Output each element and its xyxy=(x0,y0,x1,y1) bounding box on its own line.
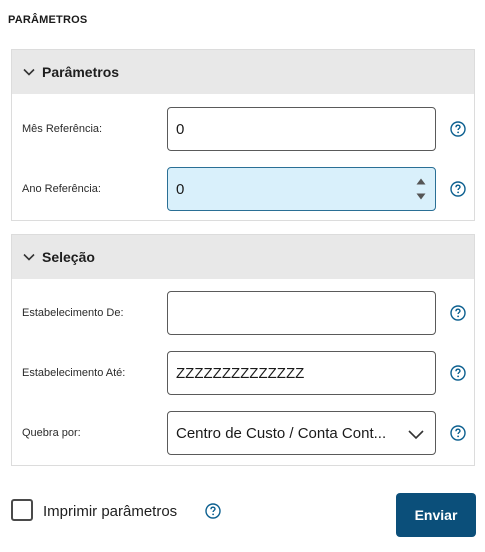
estabelecimento-ate-input[interactable]: ZZZZZZZZZZZZZZ xyxy=(167,351,436,395)
chevron-down-icon xyxy=(22,65,36,79)
spinner-down-icon[interactable] xyxy=(415,192,427,201)
ano-referencia-input[interactable]: 0 xyxy=(167,167,436,211)
chevron-down-icon[interactable] xyxy=(407,425,425,443)
estabelecimento-de-label: Estabelecimento De: xyxy=(22,307,124,319)
form-row-estab-de: Estabelecimento De: xyxy=(12,291,474,335)
form-row-estab-ate: Estabelecimento Até: ZZZZZZZZZZZZZZ xyxy=(12,351,474,395)
panel-selecao: Seleção Estabelecimento De: Estabelecime… xyxy=(11,234,475,466)
chevron-down-icon xyxy=(22,250,36,264)
imprimir-parametros-label[interactable]: Imprimir parâmetros xyxy=(43,503,177,520)
help-icon[interactable] xyxy=(450,305,466,321)
help-icon[interactable] xyxy=(205,503,221,519)
help-icon[interactable] xyxy=(450,425,466,441)
form-row-quebra: Quebra por: Centro de Custo / Conta Cont… xyxy=(12,411,474,455)
ano-referencia-value: 0 xyxy=(176,180,185,198)
form-row-ano: Ano Referência: 0 xyxy=(12,167,474,211)
form-row-mes: Mês Referência: 0 xyxy=(12,107,474,151)
panel-selecao-header[interactable]: Seleção xyxy=(12,235,474,279)
help-icon[interactable] xyxy=(450,365,466,381)
help-icon[interactable] xyxy=(450,121,466,137)
number-spinner[interactable] xyxy=(415,177,427,201)
estabelecimento-ate-value: ZZZZZZZZZZZZZZ xyxy=(176,364,305,382)
footer-bar: Imprimir parâmetros Enviar xyxy=(0,490,485,540)
estabelecimento-ate-label: Estabelecimento Até: xyxy=(22,367,126,379)
enviar-button[interactable]: Enviar xyxy=(396,493,476,537)
panel-parametros-header[interactable]: Parâmetros xyxy=(12,50,474,94)
panel-parametros: Parâmetros Mês Referência: 0 Ano Referên… xyxy=(11,49,475,221)
estabelecimento-de-input[interactable] xyxy=(167,291,436,335)
page-title: PARÂMETROS xyxy=(8,14,88,26)
mes-referencia-value: 0 xyxy=(176,120,185,138)
quebra-por-label: Quebra por: xyxy=(22,427,81,439)
quebra-por-value: Centro de Custo / Conta Cont... xyxy=(176,424,387,442)
mes-referencia-label: Mês Referência: xyxy=(22,123,103,135)
mes-referencia-input[interactable]: 0 xyxy=(167,107,436,151)
panel-parametros-title: Parâmetros xyxy=(42,64,120,80)
ano-referencia-label: Ano Referência: xyxy=(22,183,101,195)
imprimir-parametros-checkbox[interactable] xyxy=(11,499,33,521)
panel-selecao-title: Seleção xyxy=(42,249,95,265)
quebra-por-select[interactable]: Centro de Custo / Conta Cont... xyxy=(167,411,436,455)
help-icon[interactable] xyxy=(450,181,466,197)
spinner-up-icon[interactable] xyxy=(415,177,427,186)
